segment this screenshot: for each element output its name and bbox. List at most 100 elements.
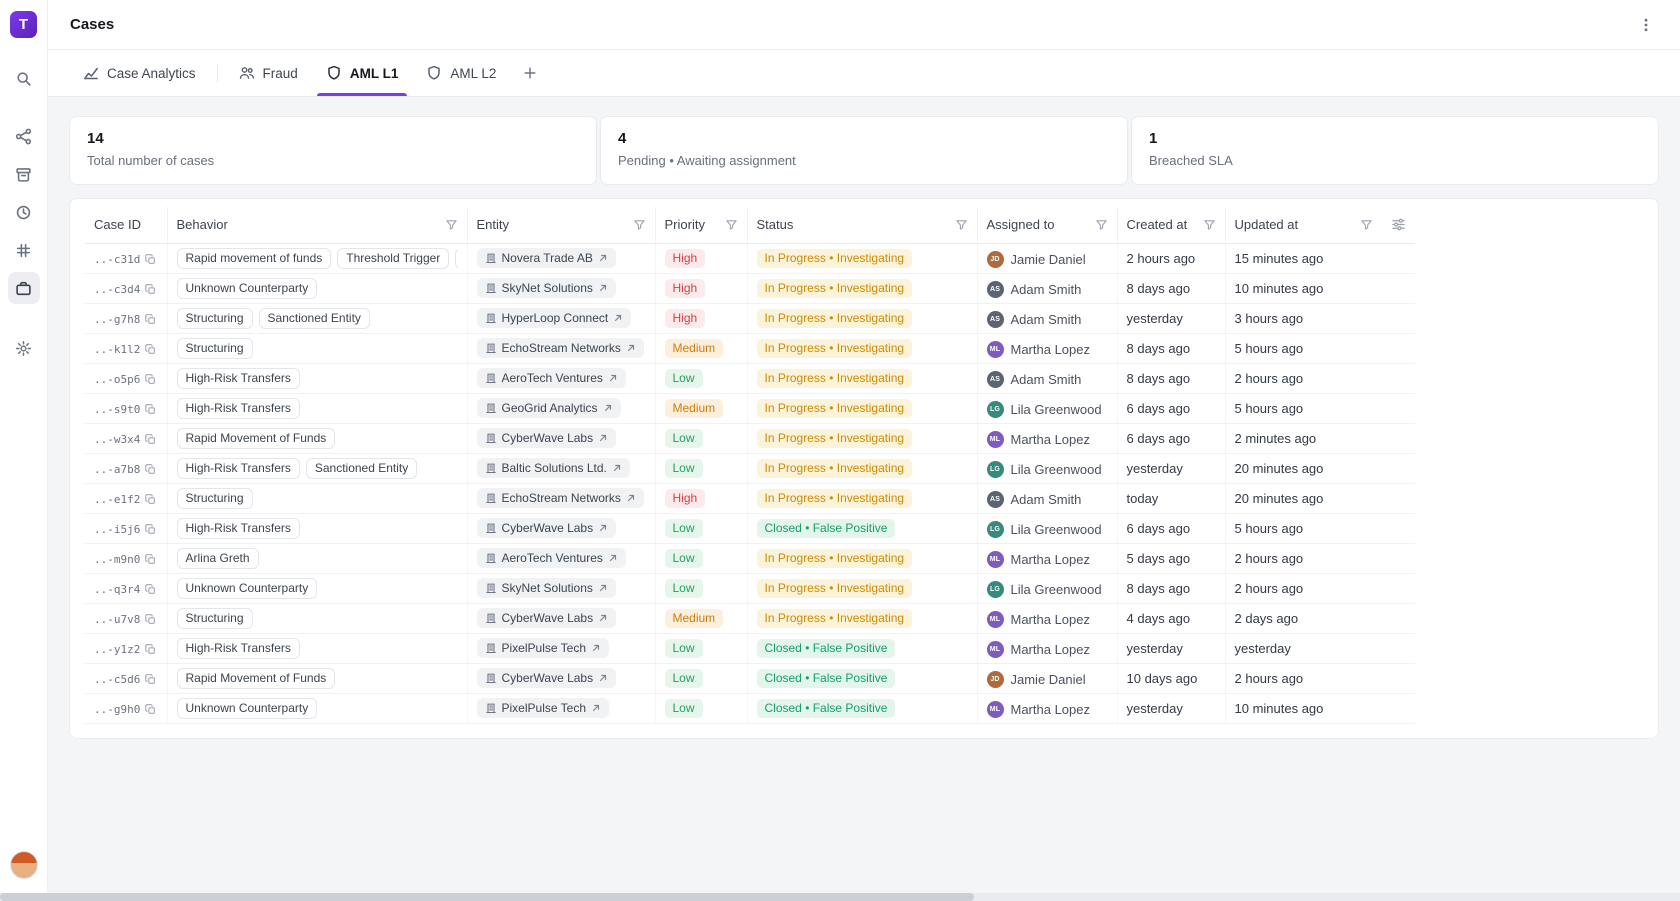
entity-link[interactable]: Novera Trade AB <box>477 248 616 268</box>
assignee[interactable]: ML Martha Lopez <box>987 611 1091 628</box>
table-row[interactable]: ..-g9h0 Unknown Counterparty PixelPulse … <box>85 693 1415 723</box>
case-id[interactable]: ..-i5j6 <box>94 523 156 536</box>
case-id[interactable]: ..-c3d4 <box>94 283 156 296</box>
sidebar-item-settings[interactable] <box>8 332 40 364</box>
table-row[interactable]: ..-e1f2 Structuring EchoStream Networks … <box>85 483 1415 513</box>
assignee[interactable]: LG Lila Greenwood <box>987 461 1102 478</box>
table-row[interactable]: ..-q3r4 Unknown Counterparty SkyNet Solu… <box>85 573 1415 603</box>
user-avatar[interactable] <box>10 851 38 879</box>
copy-icon[interactable] <box>145 284 156 295</box>
assignee[interactable]: AS Adam Smith <box>987 491 1082 508</box>
horizontal-scrollbar[interactable] <box>0 893 1680 901</box>
table-row[interactable]: ..-i5j6 High-Risk Transfers CyberWave La… <box>85 513 1415 543</box>
entity-link[interactable]: GeoGrid Analytics <box>477 398 621 418</box>
entity-link[interactable]: SkyNet Solutions <box>477 578 616 598</box>
tab-aml-l2[interactable]: AML L2 <box>413 50 509 96</box>
copy-icon[interactable] <box>145 344 156 355</box>
assignee[interactable]: AS Adam Smith <box>987 311 1082 328</box>
entity-link[interactable]: AeroTech Ventures <box>477 548 626 568</box>
entity-link[interactable]: CyberWave Labs <box>477 668 617 688</box>
scrollbar-thumb[interactable] <box>0 893 974 901</box>
copy-icon[interactable] <box>145 254 156 265</box>
sidebar-item-cases[interactable] <box>8 272 40 304</box>
filter-icon[interactable] <box>1360 218 1373 231</box>
table-row[interactable]: ..-c3d4 Unknown Counterparty SkyNet Solu… <box>85 273 1415 303</box>
case-id[interactable]: ..-c5d6 <box>94 673 156 686</box>
case-id[interactable]: ..-a7b8 <box>94 463 156 476</box>
copy-icon[interactable] <box>145 644 156 655</box>
sidebar-item-history[interactable] <box>8 196 40 228</box>
entity-link[interactable]: HyperLoop Connect <box>477 308 632 328</box>
copy-icon[interactable] <box>145 374 156 385</box>
copy-icon[interactable] <box>145 554 156 565</box>
copy-icon[interactable] <box>145 404 156 415</box>
table-row[interactable]: ..-k1l2 Structuring EchoStream Networks … <box>85 333 1415 363</box>
copy-icon[interactable] <box>145 674 156 685</box>
entity-link[interactable]: CyberWave Labs <box>477 518 617 538</box>
assignee[interactable]: ML Martha Lopez <box>987 641 1091 658</box>
case-id[interactable]: ..-m9n0 <box>94 553 156 566</box>
page-menu-button[interactable] <box>1634 13 1658 37</box>
case-id[interactable]: ..-q3r4 <box>94 583 156 596</box>
assignee[interactable]: LG Lila Greenwood <box>987 401 1102 418</box>
case-id[interactable]: ..-g7h8 <box>94 313 156 326</box>
column-settings-icon[interactable] <box>1391 217 1406 232</box>
case-id[interactable]: ..-k1l2 <box>94 343 156 356</box>
table-row[interactable]: ..-m9n0 Arlina Greth AeroTech Ventures L… <box>85 543 1415 573</box>
entity-link[interactable]: EchoStream Networks <box>477 338 644 358</box>
assignee[interactable]: AS Adam Smith <box>987 281 1082 298</box>
case-id[interactable]: ..-w3x4 <box>94 433 156 446</box>
case-id[interactable]: ..-s9t0 <box>94 403 156 416</box>
filter-icon[interactable] <box>955 218 968 231</box>
assignee[interactable]: AS Adam Smith <box>987 371 1082 388</box>
table-row[interactable]: ..-u7v8 Structuring CyberWave Labs Mediu… <box>85 603 1415 633</box>
sidebar-item-inbox[interactable] <box>8 158 40 190</box>
copy-icon[interactable] <box>145 314 156 325</box>
app-logo[interactable]: T <box>10 11 37 38</box>
assignee[interactable]: LG Lila Greenwood <box>987 521 1102 538</box>
entity-link[interactable]: Baltic Solutions Ltd. <box>477 458 630 478</box>
case-id[interactable]: ..-c31d <box>94 253 156 266</box>
copy-icon[interactable] <box>145 464 156 475</box>
case-id[interactable]: ..-e1f2 <box>94 493 156 506</box>
entity-link[interactable]: CyberWave Labs <box>477 428 617 448</box>
copy-icon[interactable] <box>145 614 156 625</box>
assignee[interactable]: ML Martha Lopez <box>987 341 1091 358</box>
tab-case-analytics[interactable]: Case Analytics <box>70 50 209 96</box>
case-id[interactable]: ..-u7v8 <box>94 613 156 626</box>
assignee[interactable]: LG Lila Greenwood <box>987 581 1102 598</box>
copy-icon[interactable] <box>145 584 156 595</box>
assignee[interactable]: ML Martha Lopez <box>987 701 1091 718</box>
table-row[interactable]: ..-c5d6 Rapid Movement of Funds CyberWav… <box>85 663 1415 693</box>
assignee[interactable]: ML Martha Lopez <box>987 551 1091 568</box>
table-row[interactable]: ..-w3x4 Rapid Movement of Funds CyberWav… <box>85 423 1415 453</box>
table-row[interactable]: ..-s9t0 High-Risk Transfers GeoGrid Anal… <box>85 393 1415 423</box>
table-row[interactable]: ..-g7h8 StructuringSanctioned Entity Hyp… <box>85 303 1415 333</box>
filter-icon[interactable] <box>445 218 458 231</box>
table-row[interactable]: ..-o5p6 High-Risk Transfers AeroTech Ven… <box>85 363 1415 393</box>
tab-fraud[interactable]: Fraud <box>226 50 311 96</box>
entity-link[interactable]: SkyNet Solutions <box>477 278 616 298</box>
entity-link[interactable]: PixelPulse Tech <box>477 698 610 718</box>
table-row[interactable]: ..-y1z2 High-Risk Transfers PixelPulse T… <box>85 633 1415 663</box>
sidebar-item-grid[interactable] <box>8 234 40 266</box>
case-id[interactable]: ..-g9h0 <box>94 703 156 716</box>
filter-icon[interactable] <box>1203 218 1216 231</box>
copy-icon[interactable] <box>145 434 156 445</box>
table-row[interactable]: ..-c31d Rapid movement of fundsThreshold… <box>85 243 1415 273</box>
case-id[interactable]: ..-y1z2 <box>94 643 156 656</box>
entity-link[interactable]: CyberWave Labs <box>477 608 617 628</box>
case-id[interactable]: ..-o5p6 <box>94 373 156 386</box>
search-button[interactable] <box>8 62 40 94</box>
copy-icon[interactable] <box>145 524 156 535</box>
assignee[interactable]: JD Jamie Daniel <box>987 671 1086 688</box>
entity-link[interactable]: AeroTech Ventures <box>477 368 626 388</box>
table-row[interactable]: ..-a7b8 High-Risk TransfersSanctioned En… <box>85 453 1415 483</box>
filter-icon[interactable] <box>633 218 646 231</box>
entity-link[interactable]: PixelPulse Tech <box>477 638 610 658</box>
entity-link[interactable]: EchoStream Networks <box>477 488 644 508</box>
sidebar-item-share[interactable] <box>8 120 40 152</box>
assignee[interactable]: JD Jamie Daniel <box>987 251 1086 268</box>
tab-aml-l1[interactable]: AML L1 <box>313 50 412 96</box>
add-tab-button[interactable] <box>511 50 549 96</box>
